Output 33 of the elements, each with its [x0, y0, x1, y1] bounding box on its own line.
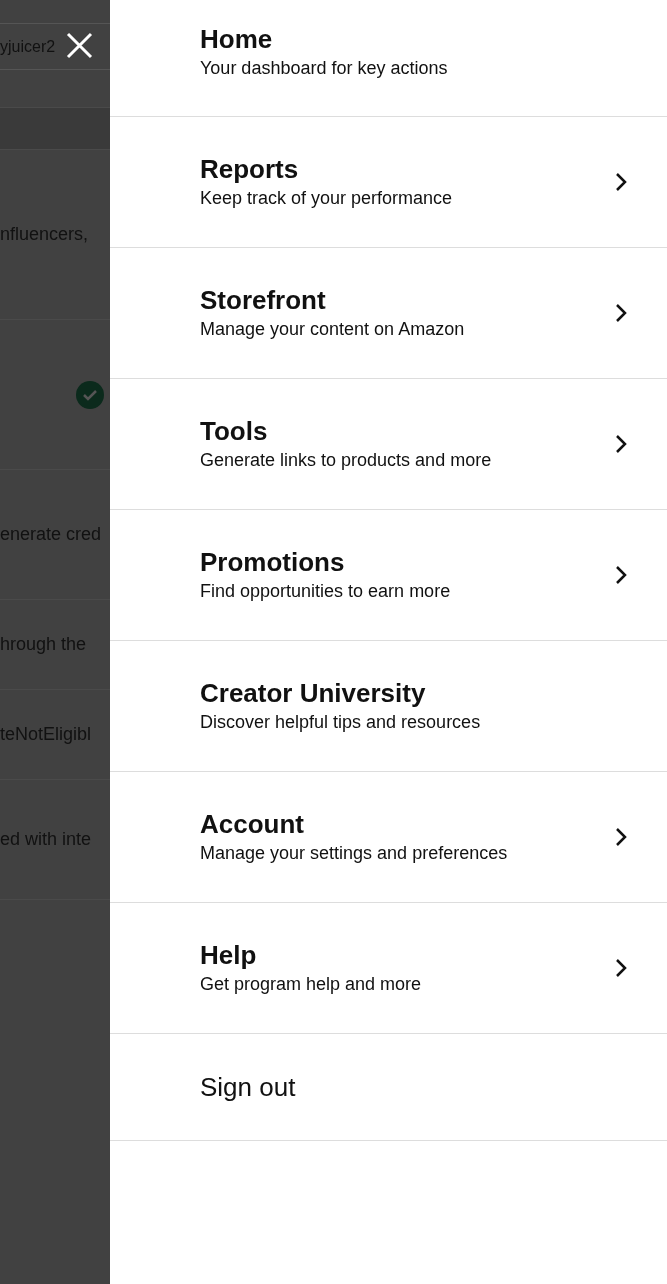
menu-item[interactable]: Promotions Find opportunities to earn more: [110, 510, 667, 641]
sign-out-link[interactable]: Sign out: [200, 1067, 296, 1107]
chevron-right-icon: [615, 434, 627, 454]
menu-item-subtitle: Your dashboard for key actions: [200, 57, 449, 80]
menu-item[interactable]: Home Your dashboard for key actions: [110, 0, 667, 117]
menu-item-subtitle: Keep track of your performance: [200, 187, 454, 210]
menu-item[interactable]: Reports Keep track of your performance: [110, 117, 667, 248]
chevron-right-icon: [615, 565, 627, 585]
menu-item[interactable]: Help Get program help and more: [110, 903, 667, 1034]
menu-item-subtitle: Manage your settings and preferences: [200, 842, 509, 865]
menu-item-title: Tools: [200, 415, 269, 447]
chevron-right-icon: [615, 303, 627, 323]
menu-item-subtitle: Discover helpful tips and resources: [200, 711, 482, 734]
menu-item-subtitle: Generate links to products and more: [200, 449, 493, 472]
chevron-right-icon: [615, 827, 627, 847]
menu-item[interactable]: Tools Generate links to products and more: [110, 379, 667, 510]
menu-item[interactable]: Creator University Discover helpful tips and resources: [110, 641, 667, 772]
menu-item-subtitle: Manage your content on Amazon: [200, 318, 466, 341]
menu-item-title: Help: [200, 939, 258, 971]
chevron-right-icon: [615, 172, 627, 192]
menu-item-title: Reports: [200, 153, 300, 185]
menu-item-subtitle: Find opportunities to earn more: [200, 580, 452, 603]
menu-item-title: Creator University: [200, 677, 427, 709]
menu-item[interactable]: Account Manage your settings and preferences: [110, 772, 667, 903]
menu-item[interactable]: Storefront Manage your content on Amazon: [110, 248, 667, 379]
menu-item-title: Home: [200, 23, 274, 55]
menu-item-subtitle: Get program help and more: [200, 973, 423, 996]
chevron-right-icon: [615, 958, 627, 978]
close-icon[interactable]: [66, 32, 93, 59]
menu-item-title: Account: [200, 808, 305, 840]
check-circle-icon: [76, 380, 104, 409]
menu-item-title: Promotions: [200, 546, 346, 578]
menu-item-title: Storefront: [200, 284, 327, 316]
